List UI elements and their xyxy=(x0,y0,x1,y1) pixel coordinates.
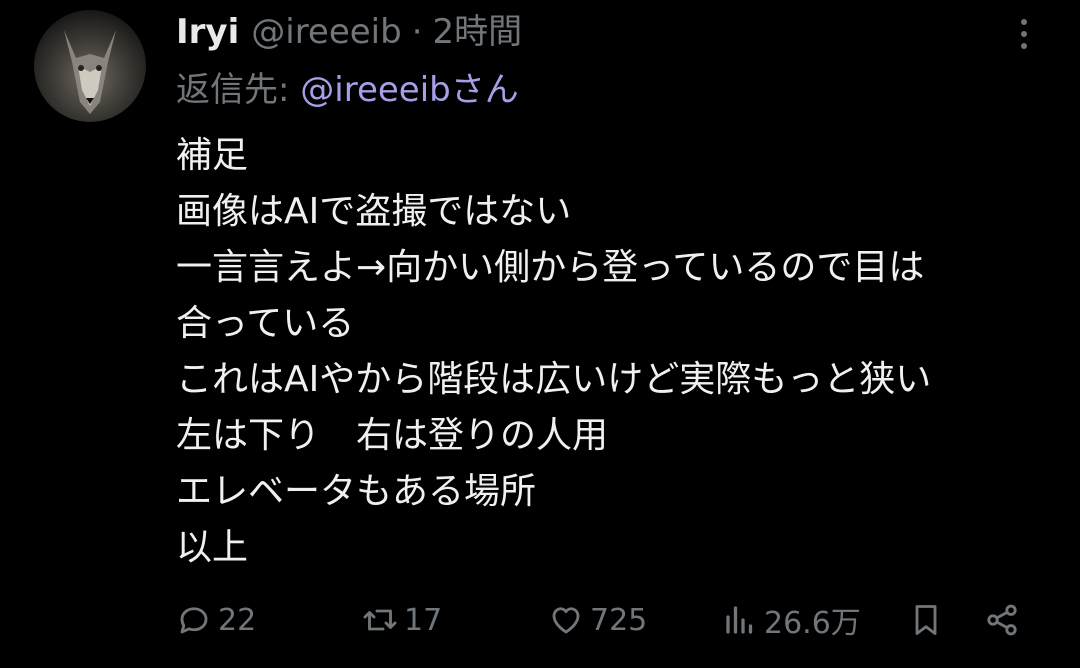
reply-icon xyxy=(180,607,208,634)
separator-dot: · xyxy=(411,12,423,52)
views-button[interactable]: 26.6万 xyxy=(722,595,861,645)
retweet-icon xyxy=(363,609,397,631)
tweet-body: 補足 画像はAIで盗撮ではない 一言言えよ→向かい側から登っているので目は 合っ… xyxy=(176,128,931,576)
tweet-text-line: これはAIやから階段は広いけど実際もっと狭い xyxy=(176,359,932,400)
like-button[interactable]: 725 xyxy=(548,595,647,645)
tweet-text-line: 以上 xyxy=(176,527,249,568)
reply-count: 22 xyxy=(218,602,257,638)
tweet-header: Iryi @ireeeib · 2時間 xyxy=(176,8,522,56)
retweet-button[interactable]: 17 xyxy=(362,595,442,645)
bookmark-icon xyxy=(915,605,937,635)
share-button[interactable] xyxy=(984,595,1020,645)
bookmark-button[interactable] xyxy=(908,595,944,645)
tweet-text-line: 一言言えよ→向かい側から登っているので目は xyxy=(176,247,925,288)
action-bar: 22 17 725 26.6万 xyxy=(0,595,1080,645)
tweet-text-line: エレベータもある場所 xyxy=(176,471,537,512)
tweet-text-line: 合っている xyxy=(176,303,355,344)
reply-to-mention[interactable]: @ireeeibさん xyxy=(300,70,518,110)
post-time[interactable]: 2時間 xyxy=(433,8,523,56)
tweet-text-line: 画像はAIで盗撮ではない xyxy=(176,191,572,232)
reply-button[interactable]: 22 xyxy=(176,595,256,645)
more-vertical-icon[interactable] xyxy=(1006,14,1042,54)
heart-icon xyxy=(552,607,580,634)
retweet-count: 17 xyxy=(404,602,443,638)
tweet-text-line: 左は下り 右は登りの人用 xyxy=(176,415,609,456)
views-icon xyxy=(726,606,753,634)
reply-to-line: 返信先: @ireeeibさん xyxy=(176,66,519,114)
like-count: 725 xyxy=(590,602,648,638)
share-icon xyxy=(987,604,1017,636)
user-handle[interactable]: @ireeeib xyxy=(251,8,401,56)
wolf-avatar-image xyxy=(64,30,116,114)
avatar[interactable] xyxy=(34,10,146,122)
reply-to-label: 返信先: xyxy=(176,70,301,110)
tweet-text-line: 補足 xyxy=(176,135,249,176)
views-count: 26.6万 xyxy=(764,606,861,641)
display-name[interactable]: Iryi xyxy=(176,8,239,56)
